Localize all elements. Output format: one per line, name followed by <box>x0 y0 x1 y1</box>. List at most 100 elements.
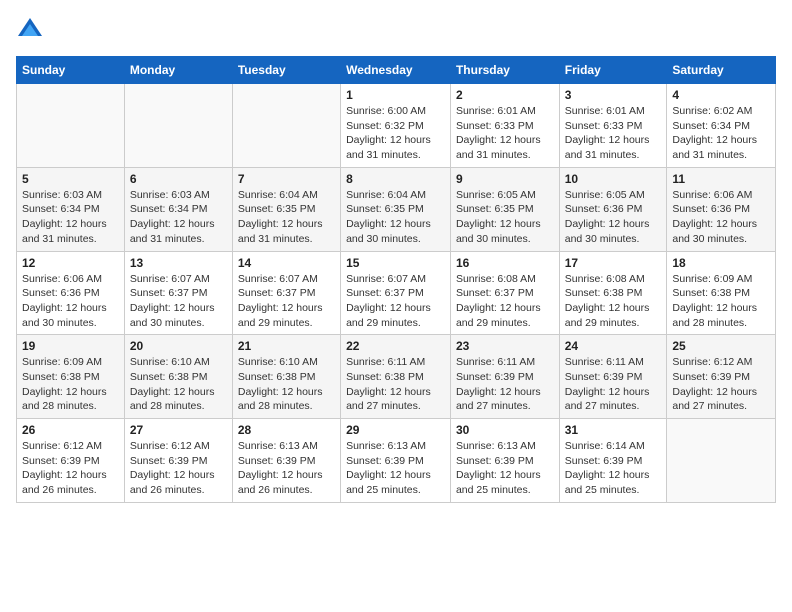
day-info: Sunrise: 6:07 AM Sunset: 6:37 PM Dayligh… <box>346 272 445 331</box>
day-info: Sunrise: 6:00 AM Sunset: 6:32 PM Dayligh… <box>346 104 445 163</box>
day-number: 24 <box>565 339 662 353</box>
day-info: Sunrise: 6:07 AM Sunset: 6:37 PM Dayligh… <box>130 272 227 331</box>
day-number: 27 <box>130 423 227 437</box>
day-number: 13 <box>130 256 227 270</box>
day-number: 2 <box>456 88 554 102</box>
calendar-header-monday: Monday <box>124 57 232 84</box>
day-info: Sunrise: 6:05 AM Sunset: 6:36 PM Dayligh… <box>565 188 662 247</box>
day-info: Sunrise: 6:10 AM Sunset: 6:38 PM Dayligh… <box>130 355 227 414</box>
day-number: 29 <box>346 423 445 437</box>
day-info: Sunrise: 6:01 AM Sunset: 6:33 PM Dayligh… <box>456 104 554 163</box>
day-number: 23 <box>456 339 554 353</box>
calendar-cell: 5 Sunrise: 6:03 AM Sunset: 6:34 PM Daylig… <box>17 167 125 251</box>
day-info: Sunrise: 6:12 AM Sunset: 6:39 PM Dayligh… <box>22 439 119 498</box>
logo <box>16 16 48 44</box>
day-info: Sunrise: 6:11 AM Sunset: 6:38 PM Dayligh… <box>346 355 445 414</box>
calendar-cell: 31 Sunrise: 6:14 AM Sunset: 6:39 PM Dayli… <box>559 419 667 503</box>
day-number: 21 <box>238 339 335 353</box>
calendar-cell: 9Sunrise: 6:05 AM Sunset: 6:35 PM Daylig… <box>450 167 559 251</box>
day-number: 28 <box>238 423 335 437</box>
calendar-header-wednesday: Wednesday <box>341 57 451 84</box>
day-number: 7 <box>238 172 335 186</box>
calendar-cell: 23 Sunrise: 6:11 AM Sunset: 6:39 PM Dayli… <box>450 335 559 419</box>
day-number: 15 <box>346 256 445 270</box>
day-info: Sunrise: 6:08 AM Sunset: 6:37 PM Dayligh… <box>456 272 554 331</box>
day-number: 5 <box>22 172 119 186</box>
day-info: Sunrise: 6:13 AM Sunset: 6:39 PM Dayligh… <box>346 439 445 498</box>
day-info: Sunrise: 6:11 AM Sunset: 6:39 PM Dayligh… <box>456 355 554 414</box>
calendar-cell: 19Sunrise: 6:09 AM Sunset: 6:38 PM Dayli… <box>17 335 125 419</box>
calendar-cell: 21Sunrise: 6:10 AM Sunset: 6:38 PM Dayli… <box>232 335 340 419</box>
calendar-header-saturday: Saturday <box>667 57 776 84</box>
calendar-cell: 3Sunrise: 6:01 AM Sunset: 6:33 PM Daylig… <box>559 84 667 168</box>
calendar-cell: 30 Sunrise: 6:13 AM Sunset: 6:39 PM Dayli… <box>450 419 559 503</box>
calendar-cell <box>232 84 340 168</box>
day-info: Sunrise: 6:03 AM Sunset: 6:34 PM Dayligh… <box>22 188 119 247</box>
day-info: Sunrise: 6:12 AM Sunset: 6:39 PM Dayligh… <box>672 355 770 414</box>
day-info: Sunrise: 6:13 AM Sunset: 6:39 PM Dayligh… <box>456 439 554 498</box>
day-info: Sunrise: 6:09 AM Sunset: 6:38 PM Dayligh… <box>672 272 770 331</box>
day-info: Sunrise: 6:08 AM Sunset: 6:38 PM Dayligh… <box>565 272 662 331</box>
day-number: 12 <box>22 256 119 270</box>
page-header <box>16 16 776 44</box>
day-info: Sunrise: 6:12 AM Sunset: 6:39 PM Dayligh… <box>130 439 227 498</box>
calendar-cell: 16 Sunrise: 6:08 AM Sunset: 6:37 PM Dayli… <box>450 251 559 335</box>
calendar-cell: 14Sunrise: 6:07 AM Sunset: 6:37 PM Dayli… <box>232 251 340 335</box>
day-number: 8 <box>346 172 445 186</box>
calendar-header-row: SundayMondayTuesdayWednesdayThursdayFrid… <box>17 57 776 84</box>
day-number: 30 <box>456 423 554 437</box>
calendar-cell: 22 Sunrise: 6:11 AM Sunset: 6:38 PM Dayli… <box>341 335 451 419</box>
day-number: 4 <box>672 88 770 102</box>
calendar-week-2: 5 Sunrise: 6:03 AM Sunset: 6:34 PM Daylig… <box>17 167 776 251</box>
day-number: 11 <box>672 172 770 186</box>
day-number: 25 <box>672 339 770 353</box>
calendar-cell: 25 Sunrise: 6:12 AM Sunset: 6:39 PM Dayli… <box>667 335 776 419</box>
day-number: 1 <box>346 88 445 102</box>
day-info: Sunrise: 6:02 AM Sunset: 6:34 PM Dayligh… <box>672 104 770 163</box>
calendar-cell: 10Sunrise: 6:05 AM Sunset: 6:36 PM Dayli… <box>559 167 667 251</box>
logo-icon <box>16 16 44 44</box>
calendar-cell: 24 Sunrise: 6:11 AM Sunset: 6:39 PM Dayli… <box>559 335 667 419</box>
day-info: Sunrise: 6:04 AM Sunset: 6:35 PM Dayligh… <box>346 188 445 247</box>
calendar-header-friday: Friday <box>559 57 667 84</box>
day-info: Sunrise: 6:11 AM Sunset: 6:39 PM Dayligh… <box>565 355 662 414</box>
day-number: 6 <box>130 172 227 186</box>
calendar-week-3: 12 Sunrise: 6:06 AM Sunset: 6:36 PM Dayli… <box>17 251 776 335</box>
calendar-cell: 26 Sunrise: 6:12 AM Sunset: 6:39 PM Dayli… <box>17 419 125 503</box>
day-number: 16 <box>456 256 554 270</box>
calendar-week-5: 26 Sunrise: 6:12 AM Sunset: 6:39 PM Dayli… <box>17 419 776 503</box>
day-info: Sunrise: 6:13 AM Sunset: 6:39 PM Dayligh… <box>238 439 335 498</box>
calendar-week-1: 1 Sunrise: 6:00 AM Sunset: 6:32 PM Daylig… <box>17 84 776 168</box>
day-info: Sunrise: 6:01 AM Sunset: 6:33 PM Dayligh… <box>565 104 662 163</box>
calendar-header-tuesday: Tuesday <box>232 57 340 84</box>
calendar-cell: 12 Sunrise: 6:06 AM Sunset: 6:36 PM Dayli… <box>17 251 125 335</box>
calendar-cell: 4 Sunrise: 6:02 AM Sunset: 6:34 PM Daylig… <box>667 84 776 168</box>
day-number: 19 <box>22 339 119 353</box>
calendar-table: SundayMondayTuesdayWednesdayThursdayFrid… <box>16 56 776 503</box>
calendar-cell: 18 Sunrise: 6:09 AM Sunset: 6:38 PM Dayli… <box>667 251 776 335</box>
day-info: Sunrise: 6:07 AM Sunset: 6:37 PM Dayligh… <box>238 272 335 331</box>
day-info: Sunrise: 6:06 AM Sunset: 6:36 PM Dayligh… <box>22 272 119 331</box>
calendar-header-thursday: Thursday <box>450 57 559 84</box>
calendar-cell: 17Sunrise: 6:08 AM Sunset: 6:38 PM Dayli… <box>559 251 667 335</box>
day-info: Sunrise: 6:06 AM Sunset: 6:36 PM Dayligh… <box>672 188 770 247</box>
day-number: 26 <box>22 423 119 437</box>
day-number: 9 <box>456 172 554 186</box>
calendar-cell: 2 Sunrise: 6:01 AM Sunset: 6:33 PM Daylig… <box>450 84 559 168</box>
day-number: 22 <box>346 339 445 353</box>
calendar-cell: 7 Sunrise: 6:04 AM Sunset: 6:35 PM Daylig… <box>232 167 340 251</box>
calendar-cell: 13 Sunrise: 6:07 AM Sunset: 6:37 PM Dayli… <box>124 251 232 335</box>
day-info: Sunrise: 6:03 AM Sunset: 6:34 PM Dayligh… <box>130 188 227 247</box>
calendar-cell: 15 Sunrise: 6:07 AM Sunset: 6:37 PM Dayli… <box>341 251 451 335</box>
day-info: Sunrise: 6:14 AM Sunset: 6:39 PM Dayligh… <box>565 439 662 498</box>
calendar-cell <box>17 84 125 168</box>
calendar-cell <box>124 84 232 168</box>
calendar-cell: 27 Sunrise: 6:12 AM Sunset: 6:39 PM Dayli… <box>124 419 232 503</box>
day-info: Sunrise: 6:04 AM Sunset: 6:35 PM Dayligh… <box>238 188 335 247</box>
day-number: 18 <box>672 256 770 270</box>
day-number: 20 <box>130 339 227 353</box>
calendar-cell: 6 Sunrise: 6:03 AM Sunset: 6:34 PM Daylig… <box>124 167 232 251</box>
calendar-cell: 29 Sunrise: 6:13 AM Sunset: 6:39 PM Dayli… <box>341 419 451 503</box>
day-number: 31 <box>565 423 662 437</box>
calendar-cell: 28 Sunrise: 6:13 AM Sunset: 6:39 PM Dayli… <box>232 419 340 503</box>
